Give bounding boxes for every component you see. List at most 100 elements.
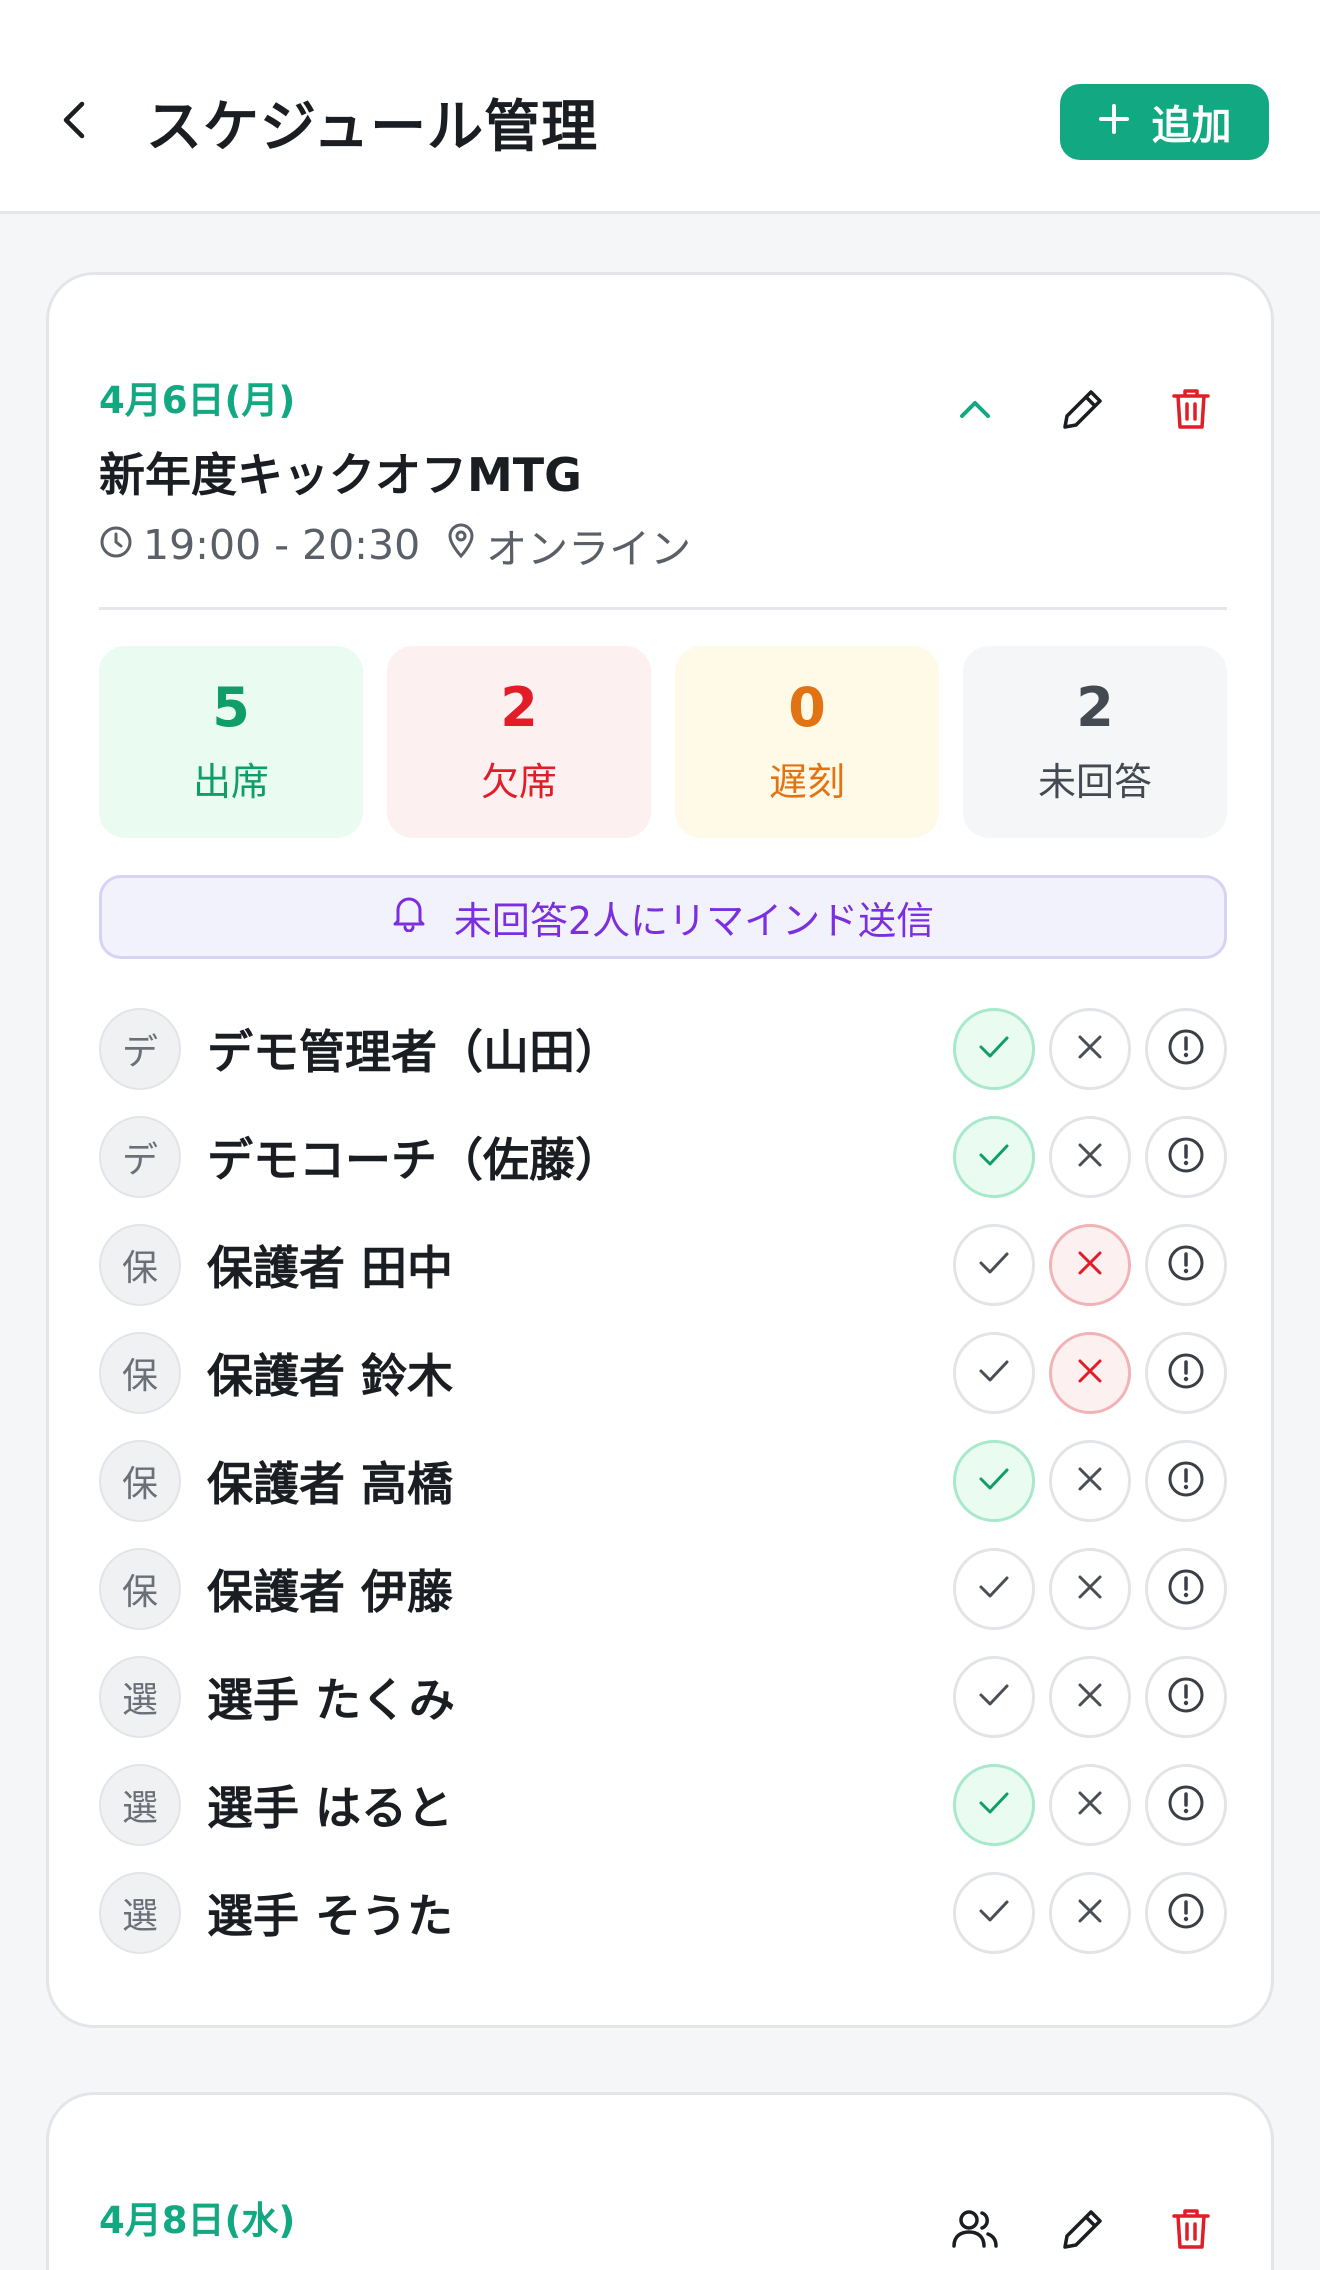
present-button[interactable] <box>953 1008 1035 1090</box>
member-list: デ デモ管理者（山田） デ デモコーチ（佐藤） 保 保護者 田中 保 保護者 鈴… <box>99 995 1227 1967</box>
member-row: 保 保護者 鈴木 <box>99 1319 1227 1427</box>
stat-present: 5 出席 <box>99 646 363 838</box>
add-button[interactable]: 追加 <box>1060 84 1269 160</box>
stat-late-count: 0 <box>788 675 826 739</box>
trash-icon <box>1170 386 1212 436</box>
stat-unanswered-label: 未回答 <box>1037 760 1152 805</box>
alert-circle-icon <box>1167 1784 1205 1826</box>
check-icon <box>978 1898 1010 1928</box>
late-button[interactable] <box>1145 1116 1227 1198</box>
check-icon <box>978 1358 1010 1388</box>
member-row: 選 選手 たくみ <box>99 1643 1227 1751</box>
app-header: スケジュール管理 追加 <box>0 0 1320 214</box>
event-actions <box>945 2201 1221 2261</box>
x-icon <box>1076 1897 1104 1929</box>
late-button[interactable] <box>1145 1872 1227 1954</box>
late-button[interactable] <box>1145 1548 1227 1630</box>
event-date: 4月8日(水) <box>99 2199 296 2242</box>
event-time: 19:00 - 20:30 <box>143 521 421 569</box>
delete-button[interactable] <box>1161 381 1221 441</box>
member-row: 選 選手 そうた <box>99 1859 1227 1967</box>
x-icon <box>1076 1789 1104 1821</box>
member-name: 選手 はると <box>207 1781 454 1835</box>
event-title: 新年度キックオフMTG <box>99 448 582 502</box>
late-button[interactable] <box>1145 1008 1227 1090</box>
member-name: 保護者 伊藤 <box>207 1565 454 1619</box>
absent-button[interactable] <box>1049 1764 1131 1846</box>
back-button[interactable] <box>50 92 98 152</box>
event-card: 4月8日(水) <box>46 2092 1274 2270</box>
map-pin-icon <box>446 521 486 569</box>
present-button[interactable] <box>953 1764 1035 1846</box>
divider <box>99 607 1227 610</box>
chevron-left-icon <box>60 100 88 144</box>
bell-icon <box>392 894 426 941</box>
member-row: 保 保護者 伊藤 <box>99 1535 1227 1643</box>
stat-absent-label: 欠席 <box>480 760 557 805</box>
plus-icon <box>1098 99 1130 145</box>
avatar: 保 <box>99 1548 181 1630</box>
response-buttons <box>953 1008 1227 1090</box>
absent-button[interactable] <box>1049 1440 1131 1522</box>
member-row: デ デモコーチ（佐藤） <box>99 1103 1227 1211</box>
present-button[interactable] <box>953 1548 1035 1630</box>
event-location: オンライン <box>486 525 692 573</box>
stat-present-count: 5 <box>212 675 250 739</box>
x-icon <box>1076 1357 1104 1389</box>
stat-unanswered-count: 2 <box>1076 675 1114 739</box>
late-button[interactable] <box>1145 1224 1227 1306</box>
avatar: デ <box>99 1008 181 1090</box>
response-buttons <box>953 1116 1227 1198</box>
present-button[interactable] <box>953 1332 1035 1414</box>
stat-present-label: 出席 <box>192 760 269 805</box>
alert-circle-icon <box>1167 1676 1205 1718</box>
member-name: デモ管理者（山田） <box>207 1025 621 1079</box>
stat-absent-count: 2 <box>500 675 538 739</box>
alert-circle-icon <box>1167 1568 1205 1610</box>
late-button[interactable] <box>1145 1332 1227 1414</box>
x-icon <box>1076 1141 1104 1173</box>
member-name: 選手 そうた <box>207 1889 454 1943</box>
present-button[interactable] <box>953 1872 1035 1954</box>
member-row: デ デモ管理者（山田） <box>99 995 1227 1103</box>
response-buttons <box>953 1440 1227 1522</box>
response-buttons <box>953 1548 1227 1630</box>
attendees-button[interactable] <box>945 2201 1005 2261</box>
late-button[interactable] <box>1145 1764 1227 1846</box>
collapse-button[interactable] <box>945 381 1005 441</box>
edit-button[interactable] <box>1053 381 1113 441</box>
add-button-label: 追加 <box>1151 103 1232 149</box>
member-name: 保護者 高橋 <box>207 1457 454 1511</box>
event-meta: 19:00 - 20:30 オンライン <box>99 515 691 575</box>
late-button[interactable] <box>1145 1440 1227 1522</box>
pencil-icon <box>1060 386 1106 436</box>
response-buttons <box>953 1332 1227 1414</box>
absent-button[interactable] <box>1049 1224 1131 1306</box>
present-button[interactable] <box>953 1656 1035 1738</box>
present-button[interactable] <box>953 1440 1035 1522</box>
response-buttons <box>953 1872 1227 1954</box>
absent-button[interactable] <box>1049 1872 1131 1954</box>
absent-button[interactable] <box>1049 1332 1131 1414</box>
absent-button[interactable] <box>1049 1116 1131 1198</box>
present-button[interactable] <box>953 1224 1035 1306</box>
check-icon <box>978 1142 1010 1172</box>
present-button[interactable] <box>953 1116 1035 1198</box>
remind-button[interactable]: 未回答2人にリマインド送信 <box>99 875 1227 959</box>
alert-circle-icon <box>1167 1460 1205 1502</box>
stat-unanswered: 2 未回答 <box>963 646 1227 838</box>
clock-icon <box>99 521 143 569</box>
member-name: 保護者 田中 <box>207 1241 454 1295</box>
absent-button[interactable] <box>1049 1656 1131 1738</box>
edit-button[interactable] <box>1053 2201 1113 2261</box>
chevron-up-icon <box>958 398 992 424</box>
late-button[interactable] <box>1145 1656 1227 1738</box>
absent-button[interactable] <box>1049 1548 1131 1630</box>
check-icon <box>978 1034 1010 1064</box>
x-icon <box>1076 1033 1104 1065</box>
avatar: 保 <box>99 1440 181 1522</box>
absent-button[interactable] <box>1049 1008 1131 1090</box>
delete-button[interactable] <box>1161 2201 1221 2261</box>
alert-circle-icon <box>1167 1352 1205 1394</box>
attendance-summary: 5 出席 2 欠席 0 遅刻 2 未回答 <box>99 646 1227 838</box>
